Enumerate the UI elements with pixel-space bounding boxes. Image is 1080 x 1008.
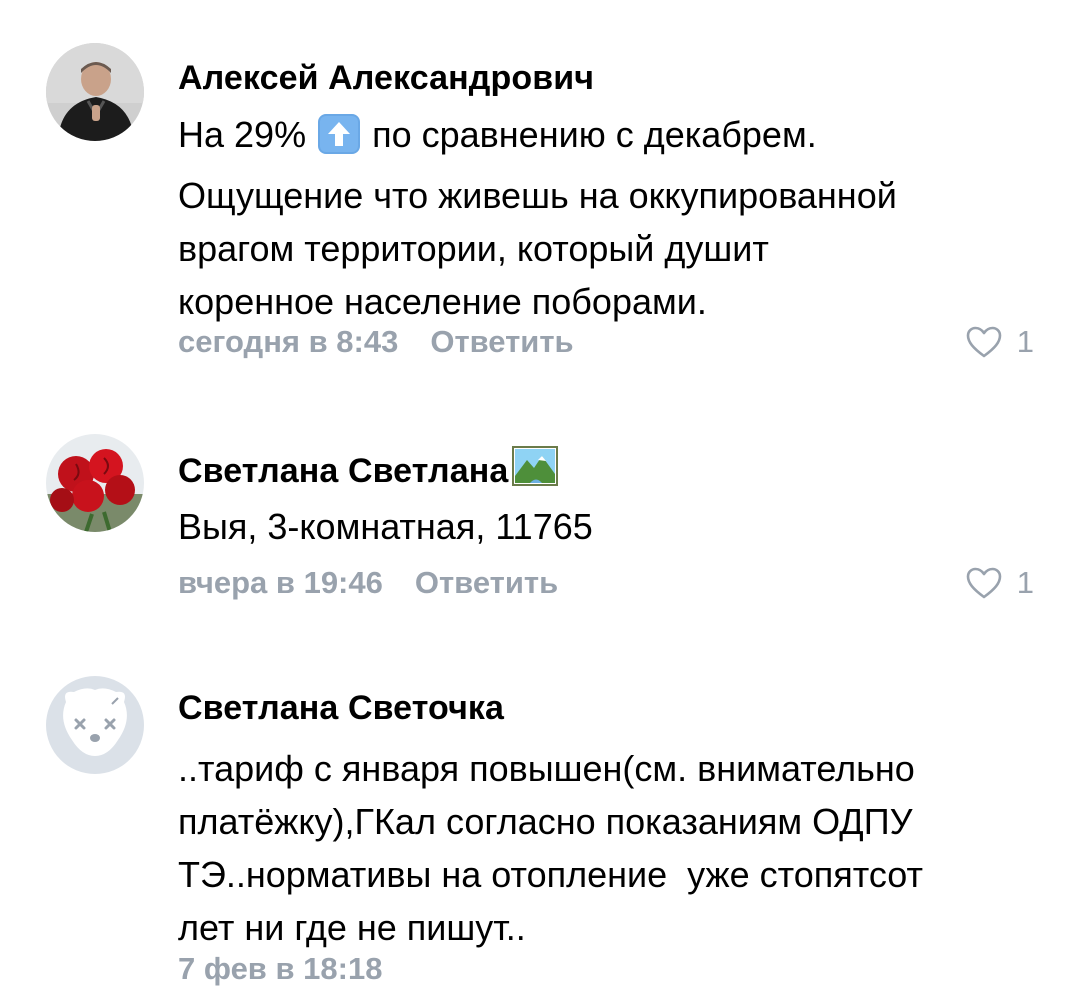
heart-icon <box>966 326 1002 358</box>
comment-meta: сегодня в 8:43 Ответить <box>178 324 574 360</box>
comment-time: сегодня в 8:43 <box>178 324 399 359</box>
avatar[interactable] <box>46 43 144 141</box>
comment-text: Выя, 3-комнатная, 11765 <box>178 506 593 547</box>
comment-line: ТЭ..нормативы на отопление уже стопятсот <box>178 854 923 895</box>
author-name: Светлана Светлана <box>178 452 509 490</box>
comment-author[interactable]: Светлана Светлана <box>178 446 559 495</box>
reply-button[interactable]: Ответить <box>430 324 573 359</box>
comment-author[interactable]: Светлана Светочка <box>178 688 504 728</box>
comment-line: врагом территории, который душит <box>178 228 769 269</box>
comment-author[interactable]: Алексей Александрович <box>178 58 594 98</box>
like-button[interactable]: 1 <box>965 565 1034 601</box>
landscape-icon <box>512 446 559 495</box>
avatar[interactable] <box>46 676 144 774</box>
comment-text-part: На 29% <box>178 114 307 155</box>
avatar[interactable] <box>46 434 144 532</box>
comment-line: лет ни где не пишут.. <box>178 907 526 948</box>
like-count: 1 <box>1016 324 1034 359</box>
comment-meta: вчера в 19:46 Ответить <box>178 565 558 601</box>
comment-line: платёжку),ГКал согласно показаниям ОДПУ <box>178 801 913 842</box>
comment-line: На 29% по сравнению с декабрем. <box>178 108 1038 169</box>
comment-line: ..тариф с января повышен(см. внимательно <box>178 748 915 789</box>
like-count: 1 <box>1016 565 1034 600</box>
comment-item: Алексей Александрович На 29% по сравнени… <box>0 0 1080 400</box>
reply-button[interactable]: Ответить <box>415 565 558 600</box>
like-button[interactable]: 1 <box>965 324 1034 360</box>
comment-meta: 7 фев в 18:18 <box>178 951 382 987</box>
up-arrow-icon <box>316 113 362 169</box>
comment-text-part: по сравнению с декабрем. <box>372 114 817 155</box>
comment-text: На 29% по сравнению с декабрем. Ощущение… <box>178 108 1038 328</box>
comment-text: ..тариф с января повышен(см. внимательно… <box>178 742 1038 954</box>
comment-line: коренное население поборами. <box>178 281 707 322</box>
comment-time: 7 фев в 18:18 <box>178 951 383 986</box>
comment-item: Светлана Светлана Выя, 3-комнатная, 1176… <box>0 400 1080 640</box>
comment-time: вчера в 19:46 <box>178 565 383 600</box>
comment-item: Светлана Светочка ..тариф с января повыш… <box>0 640 1080 1008</box>
comment-line: Ощущение что живешь на оккупированной <box>178 175 897 216</box>
heart-icon <box>966 567 1002 599</box>
